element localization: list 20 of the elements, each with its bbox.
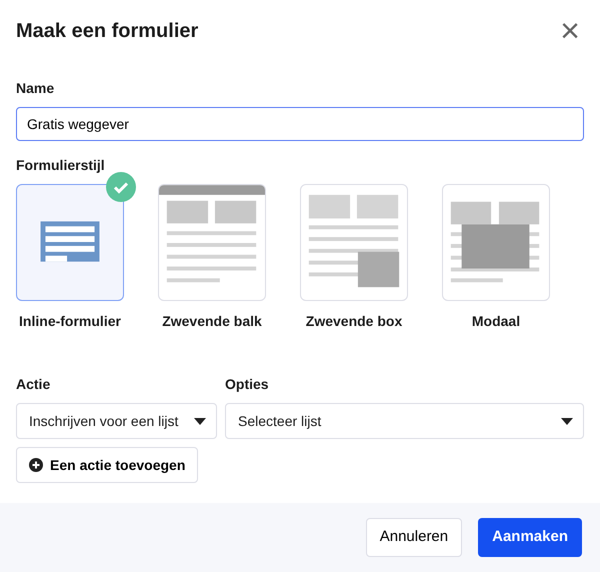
cancel-button[interactable]: Annuleren	[366, 518, 462, 557]
caret-icon	[194, 418, 206, 424]
dialog-title: Maak een formulier	[16, 19, 198, 43]
plus-icon	[29, 458, 43, 472]
name-field[interactable]: Gratis weggever	[16, 107, 584, 141]
section-label: Formulierstijl	[16, 156, 106, 175]
field-label: Opties	[225, 375, 270, 394]
option-label: Zwevende box	[306, 312, 402, 331]
option-label: Modaal	[472, 312, 520, 331]
caret-icon	[561, 418, 573, 424]
create-button[interactable]: Aanmaken	[478, 518, 582, 557]
option-label: Zwevende balk	[162, 312, 262, 331]
field-label: Name	[16, 79, 56, 98]
option-label: Inline-formulier	[19, 312, 121, 331]
add-action-button[interactable]: Een actie toevoegen	[16, 447, 198, 483]
checkmark-icon	[106, 172, 136, 202]
close-button[interactable]: ×	[556, 14, 584, 48]
options-dropdown[interactable]: Selecteer lijst	[225, 403, 584, 439]
field-label: Actie	[16, 375, 52, 394]
action-dropdown[interactable]: Inschrijven voor een lijst	[16, 403, 217, 439]
